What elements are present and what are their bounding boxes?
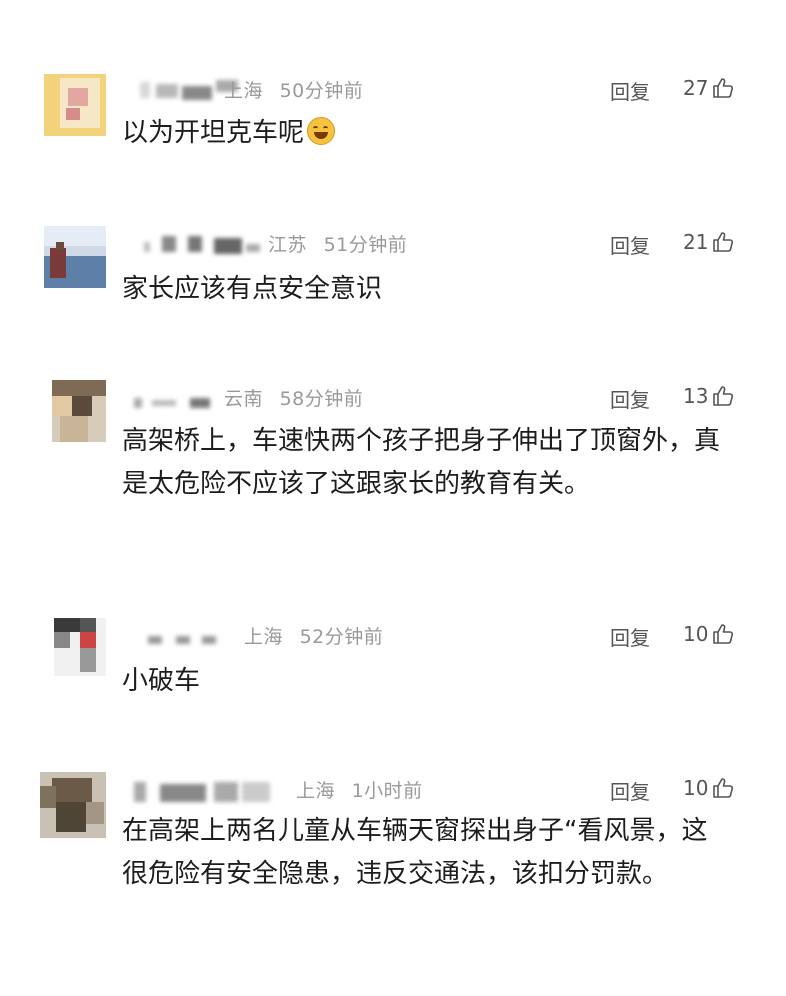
like-count: 27 xyxy=(683,76,709,100)
comment-location: 云南 xyxy=(224,388,264,410)
comment-time: 50分钟前 xyxy=(279,80,364,102)
thumbs-up-icon xyxy=(713,778,734,798)
comment-location: 上海 xyxy=(224,80,264,102)
comment-text: 以为开坦克车呢 xyxy=(122,118,305,148)
comment-meta: 云南 58分钟前 xyxy=(224,384,363,411)
comment-content: 高架桥上，车速快两个孩子把身子伸出了顶窗外，真是太危险不应该了这跟家长的教育有关… xyxy=(122,420,722,506)
comment-meta: 上海 1小时前 xyxy=(296,776,423,803)
thumbs-up-icon xyxy=(713,78,734,98)
comment-text: 在高架上两名儿童从车辆天窗探出身子“看风景，这很危险有安全隐患，违反交通法，该扣… xyxy=(122,816,708,889)
comment-location: 上海 xyxy=(296,780,336,802)
avatar[interactable] xyxy=(44,74,106,136)
like-button[interactable]: 10 xyxy=(683,620,735,648)
reply-button[interactable]: 回复 xyxy=(610,622,650,651)
comment-text: 小破车 xyxy=(122,666,201,696)
comment-content: 家长应该有点安全意识 xyxy=(122,268,742,311)
reply-button[interactable]: 回复 xyxy=(610,76,650,105)
thumbs-up-icon xyxy=(713,232,734,252)
reply-button[interactable]: 回复 xyxy=(610,776,650,805)
comment-time: 52分钟前 xyxy=(299,626,384,648)
like-count: 13 xyxy=(683,384,709,408)
comment-text: 高架桥上，车速快两个孩子把身子伸出了顶窗外，真是太危险不应该了这跟家长的教育有关… xyxy=(122,426,721,499)
like-button[interactable]: 13 xyxy=(683,382,735,410)
comment-content: 以为开坦克车呢 xyxy=(122,112,742,155)
like-count: 10 xyxy=(683,622,709,646)
comment-time: 1小时前 xyxy=(351,780,423,802)
comment-meta: 江苏 51分钟前 xyxy=(268,230,407,257)
like-count: 21 xyxy=(683,230,709,254)
thumbs-up-icon xyxy=(713,624,734,644)
like-count: 10 xyxy=(683,776,709,800)
like-button[interactable]: 27 xyxy=(683,74,735,102)
like-button[interactable]: 10 xyxy=(683,774,735,802)
avatar[interactable] xyxy=(44,226,106,288)
avatar[interactable] xyxy=(40,772,106,838)
comment-time: 58分钟前 xyxy=(279,388,364,410)
thumbs-up-icon xyxy=(713,386,734,406)
comment-time: 51分钟前 xyxy=(323,234,408,256)
comment-text: 家长应该有点安全意识 xyxy=(122,274,383,304)
comment-meta: 上海 50分钟前 xyxy=(224,76,363,103)
like-button[interactable]: 21 xyxy=(683,228,735,256)
reply-button[interactable]: 回复 xyxy=(610,384,650,413)
comment-meta: 上海 52分钟前 xyxy=(244,622,383,649)
comment-location: 江苏 xyxy=(268,234,308,256)
comment-content: 在高架上两名儿童从车辆天窗探出身子“看风景，这很危险有安全隐患，违反交通法，该扣… xyxy=(122,810,722,896)
comment-list: 上海 50分钟前 回复 27 以为开坦克车呢 江苏 51分钟前 回复 21 家长… xyxy=(0,0,786,996)
reply-button[interactable]: 回复 xyxy=(610,230,650,259)
comment-location: 上海 xyxy=(244,626,284,648)
avatar[interactable] xyxy=(52,380,106,442)
laughing-emoji-icon xyxy=(307,117,336,145)
comment-content: 小破车 xyxy=(122,660,742,703)
avatar[interactable] xyxy=(54,618,106,676)
